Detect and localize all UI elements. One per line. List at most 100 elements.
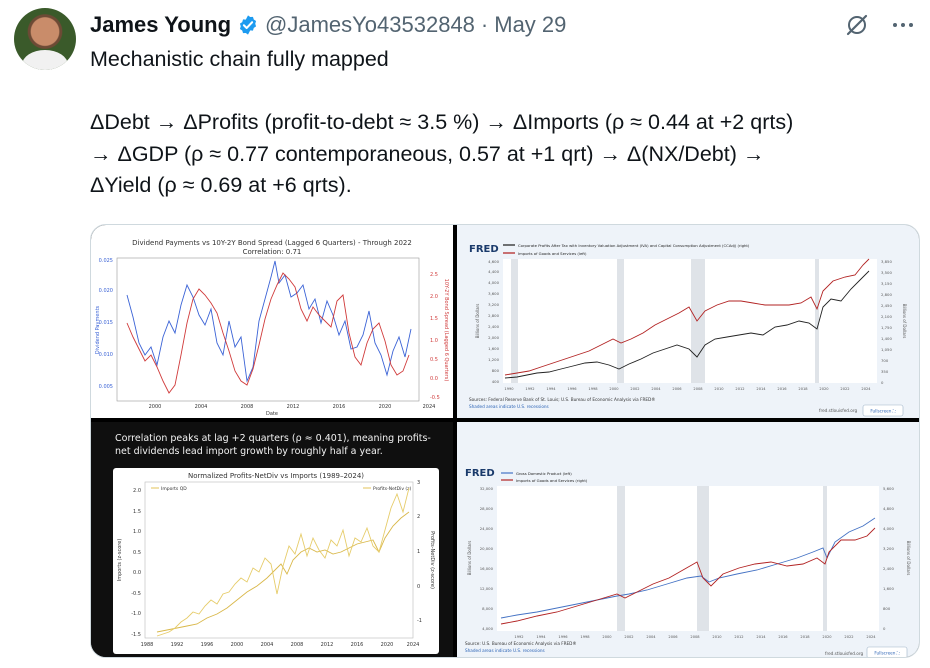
svg-text:2016: 2016: [778, 635, 788, 639]
svg-text:4,600: 4,600: [488, 259, 499, 264]
fred-profits-imports-chart: FRED Corporate Profits After Tax with In…: [457, 225, 919, 418]
recession-1990: [511, 259, 518, 383]
fred-gdp-imports-chart: FRED Gross Domestic Product (left) Impor…: [457, 422, 919, 657]
author-handle[interactable]: @JamesYo43532848: [265, 12, 475, 38]
svg-text:2012: 2012: [287, 404, 300, 410]
svg-text:1996: 1996: [567, 387, 577, 391]
svg-text:700: 700: [881, 358, 889, 363]
svg-text:1,600: 1,600: [488, 346, 499, 351]
svg-text:2000: 2000: [602, 635, 612, 639]
svg-text:2020: 2020: [379, 404, 392, 410]
media-image-4[interactable]: FRED Gross Domestic Product (left) Impor…: [457, 422, 919, 657]
svg-text:4,000: 4,000: [883, 526, 894, 531]
media-image-2[interactable]: FRED Corporate Profits After Tax with In…: [457, 225, 919, 418]
svg-text:1996: 1996: [201, 642, 214, 648]
svg-text:2024: 2024: [407, 642, 420, 648]
svg-text:2016: 2016: [333, 404, 346, 410]
chart2-ylabel-right: Billions of Dollars: [902, 304, 907, 339]
chart4-source: Source: U.S. Bureau of Economic Analysis…: [465, 641, 577, 646]
svg-text:2000: 2000: [609, 387, 619, 391]
chart1-title: Dividend Payments vs 10Y-2Y Bond Spread …: [132, 239, 412, 247]
svg-text:0.005: 0.005: [99, 384, 113, 390]
chart3-ylabel-right: Profits-NetDiv (z-score): [429, 531, 435, 589]
svg-text:4,800: 4,800: [883, 506, 894, 511]
chart4-ylabel-right: Billions of Dollars: [906, 541, 911, 576]
svg-text:1998: 1998: [580, 635, 590, 639]
tweet-text: Mechanistic chain fully mapped ΔDebt → Δ…: [90, 47, 794, 197]
chart2-shaded[interactable]: Shaded areas indicate U.S. recessions: [469, 404, 549, 409]
svg-text:2004: 2004: [195, 404, 208, 410]
chart4-shaded[interactable]: Shaded areas indicate U.S. recessions: [465, 648, 545, 653]
svg-text:12,000: 12,000: [480, 586, 494, 591]
svg-text:4,400: 4,400: [488, 269, 499, 274]
svg-text:2012: 2012: [734, 635, 743, 639]
chart4-legend-1: Gross Domestic Product (left): [516, 471, 572, 476]
recession-2008b: [697, 486, 709, 631]
svg-text:3,200: 3,200: [488, 302, 499, 307]
tweet-actions-top: [844, 12, 916, 38]
media-image-1[interactable]: Dividend Payments vs 10Y-2Y Bond Spread …: [91, 225, 453, 418]
svg-text:1992: 1992: [525, 387, 534, 391]
svg-text:3,500: 3,500: [881, 270, 892, 275]
chart1-x-ticks: 2000 2004 2008 2012 2016 2020 2024: [149, 404, 436, 410]
more-icon[interactable]: [890, 12, 916, 38]
svg-text:1,200: 1,200: [488, 357, 499, 362]
svg-text:1996: 1996: [558, 635, 568, 639]
svg-text:28,000: 28,000: [480, 506, 494, 511]
recession-2008: [691, 259, 705, 383]
svg-text:1.5: 1.5: [133, 509, 141, 515]
svg-text:2,400: 2,400: [488, 324, 499, 329]
svg-text:2.5: 2.5: [430, 272, 438, 278]
svg-text:350: 350: [881, 369, 889, 374]
svg-text:2,400: 2,400: [883, 566, 894, 571]
svg-text:1,400: 1,400: [881, 336, 892, 341]
svg-text:2,800: 2,800: [881, 292, 892, 297]
svg-text:0.0: 0.0: [133, 570, 141, 576]
svg-text:1,750: 1,750: [881, 325, 892, 330]
svg-text:2,800: 2,800: [488, 313, 499, 318]
svg-text:2020: 2020: [819, 387, 829, 391]
svg-text:2002: 2002: [624, 635, 633, 639]
tweet-date[interactable]: May 29: [494, 12, 566, 38]
chart4-site[interactable]: fred.stlouisfed.org: [825, 651, 863, 656]
dividend-spread-chart: Dividend Payments vs 10Y-2Y Bond Spread …: [95, 239, 449, 417]
recession-2020: [815, 259, 819, 383]
separator: ·: [480, 12, 489, 37]
svg-text:2,000: 2,000: [488, 335, 499, 340]
svg-text:2008: 2008: [693, 387, 703, 391]
svg-text:1988: 1988: [141, 642, 154, 648]
svg-text:1.5: 1.5: [430, 316, 438, 322]
chart2-site[interactable]: fred.stlouisfed.org: [819, 408, 857, 413]
chart4-fullscreen-label: Fullscreen ⛶: [874, 651, 899, 656]
svg-text:2020: 2020: [822, 635, 832, 639]
svg-text:400: 400: [492, 379, 500, 384]
grok-icon[interactable]: [844, 12, 870, 38]
svg-text:32,000: 32,000: [480, 486, 494, 491]
svg-text:2004: 2004: [646, 635, 656, 639]
svg-text:2000: 2000: [231, 642, 244, 648]
media-image-3[interactable]: Correlation peaks at lag +2 quarters (ρ …: [91, 422, 453, 657]
author-name[interactable]: James Young: [90, 12, 231, 38]
svg-text:3: 3: [417, 480, 420, 486]
svg-text:2018: 2018: [798, 387, 808, 391]
avatar[interactable]: [14, 8, 76, 70]
svg-text:-0.5: -0.5: [131, 591, 141, 597]
chart2-fullscreen-label: Fullscreen ⛶: [870, 409, 895, 414]
media-grid[interactable]: Dividend Payments vs 10Y-2Y Bond Spread …: [90, 224, 920, 658]
svg-text:2022: 2022: [844, 635, 853, 639]
svg-text:2012: 2012: [735, 387, 744, 391]
svg-text:5,600: 5,600: [883, 486, 894, 491]
svg-text:24,000: 24,000: [480, 526, 494, 531]
chart3-y-left-ticks: 2.0 1.5 1.0 0.5 0.0 -0.5 -1.0 -1.5: [131, 488, 141, 638]
svg-text:16,000: 16,000: [480, 566, 494, 571]
svg-text:0.5: 0.5: [430, 357, 438, 363]
svg-text:1.0: 1.0: [133, 529, 141, 535]
svg-text:1.0: 1.0: [430, 338, 438, 344]
svg-text:2024: 2024: [423, 404, 436, 410]
svg-text:2016: 2016: [777, 387, 787, 391]
svg-text:2014: 2014: [756, 635, 766, 639]
svg-text:0.025: 0.025: [99, 258, 113, 264]
svg-text:1994: 1994: [546, 387, 556, 391]
chart1-y-right-ticks: 2.5 2.0 1.5 1.0 0.5 0.0 -0.5: [430, 272, 440, 401]
svg-text:2024: 2024: [861, 387, 871, 391]
